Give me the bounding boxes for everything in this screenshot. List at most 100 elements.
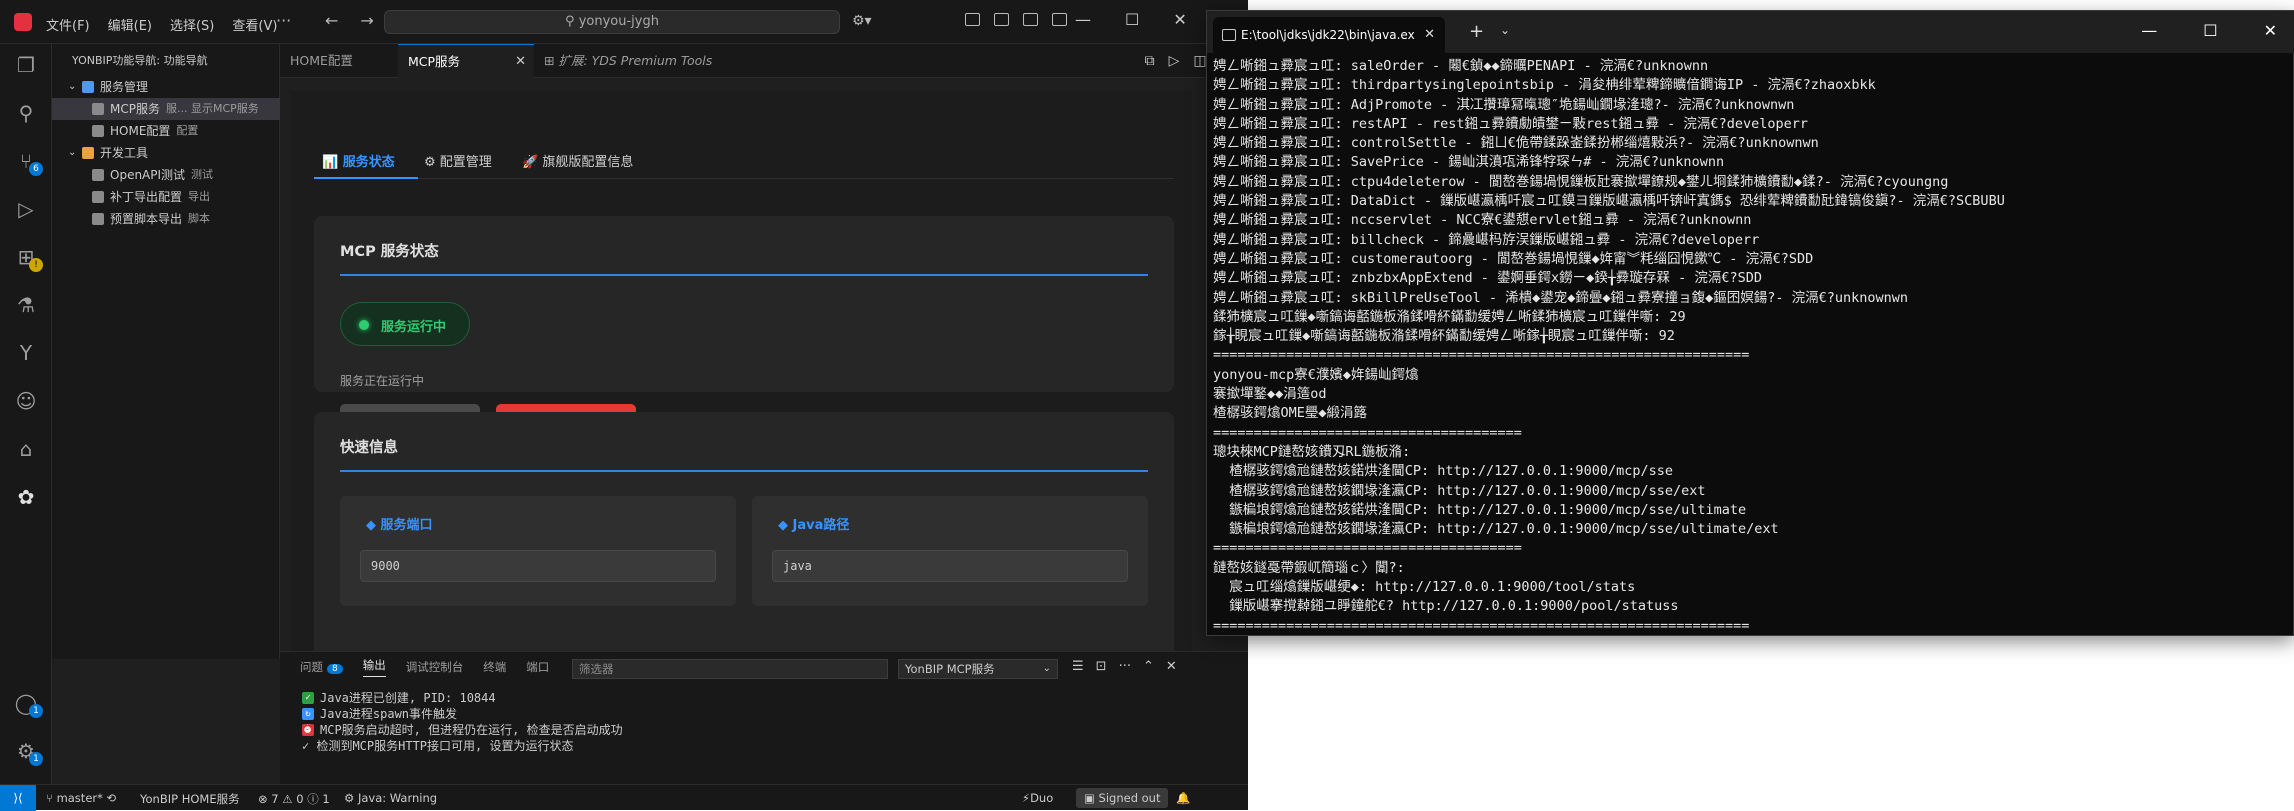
open-changes-icon[interactable]: ⧉: [1145, 53, 1155, 69]
run-debug-icon[interactable]: ▷: [13, 196, 39, 222]
java-path-label: ◆ Java路径: [778, 518, 850, 533]
app-logo-icon: [14, 13, 32, 31]
toggle-sidebar-icon[interactable]: [994, 13, 1009, 26]
tree-item-label: HOME配置: [110, 124, 171, 138]
forward-arrow-icon[interactable]: →: [360, 11, 373, 30]
list-filter-icon[interactable]: ☰: [1072, 659, 1084, 674]
port-info-box: ◆ 服务端口 9000: [340, 496, 736, 606]
maximize-button[interactable]: ☐: [1125, 10, 1139, 29]
close-panel-icon[interactable]: ✕: [1166, 659, 1177, 674]
terminal-line: 娉ㄥ唽鎺ュ彛宸ュ叿: nccservlet - NCC寮€鍙憇ervlet鎺ュ彛…: [1213, 212, 1752, 229]
tree-item-label: 补丁导出配置: [110, 190, 183, 204]
toggle-secondary-sidebar-icon[interactable]: [1052, 13, 1067, 26]
explorer-icon[interactable]: ❐: [13, 52, 39, 78]
menu-view[interactable]: 查看(V): [232, 15, 277, 34]
minimize-button[interactable]: —: [1075, 10, 1091, 29]
terminal-line: ======================================: [1213, 424, 1522, 441]
branch-status[interactable]: ⑂ master* ⟲: [46, 791, 116, 805]
copilot-icon[interactable]: ⚙▾: [852, 13, 872, 29]
remote-explorer-icon[interactable]: ⌂: [13, 436, 39, 462]
terminal-output[interactable]: 娉ㄥ唽鎺ュ彛宸ュ叿: saleOrder - 闂€鍞◆◆鍗曞PENAPI - 浣…: [1213, 57, 2289, 633]
tab-config-management[interactable]: ⚙ 配置管理: [424, 146, 492, 179]
terminal-line: yonyou-mcp寮€濮嬪◆姩鍚屾鍔熻: [1213, 366, 1419, 383]
output-channel-select[interactable]: YonBIP MCP服务 ⌄: [898, 659, 1058, 679]
home-service-status[interactable]: YonBIP HOME服务: [140, 791, 240, 807]
problems-badge: 8: [327, 664, 343, 674]
chevron-down-icon[interactable]: ⌄: [1500, 23, 1510, 37]
tab-service-status[interactable]: 📊 服务状态: [314, 146, 418, 179]
panel-tab-problems[interactable]: 问题 8: [300, 659, 343, 675]
panel-tab-label: 问题: [300, 660, 323, 674]
run-icon[interactable]: ▷: [1169, 53, 1180, 69]
terminal-line: 娉ㄥ唽鎺ュ彛宸ュ叿: DataDict - 鏁版嵁瀛楀吀宸ュ叿鏌ヨ鏁版嵁瀛楀吀锛…: [1213, 193, 2005, 210]
terminal-line: ======================================: [1213, 540, 1522, 557]
lock-icon[interactable]: ⊡: [1096, 659, 1107, 674]
mcp-webview: 📊 服务状态 ⚙ 配置管理 🚀 旗舰版配置信息 MCP 服务状态 服务运行中 服…: [290, 90, 1192, 651]
terminal-line: 鎵╁睍宸ュ叿鏁◆噺鎬诲嚭鍦板潃鍒嗗紑鏋勫缓娉ㄥ唽鎵╁睍宸ュ叿鏁伴噺: 92: [1213, 328, 1675, 345]
channel-label: YonBIP MCP服务: [905, 662, 995, 676]
terminal-minimize-button[interactable]: —: [2141, 21, 2157, 40]
output-filter-input[interactable]: 筛选器: [572, 659, 888, 679]
notifications-bell-icon[interactable]: 🔔: [1176, 791, 1190, 805]
terminal-tab[interactable]: E:\tool\jdks\jdk22\bin\java.ex ✕: [1213, 17, 1445, 53]
back-arrow-icon[interactable]: ←: [325, 11, 338, 30]
testing-icon[interactable]: ⚗: [13, 292, 39, 318]
manage-gear-icon[interactable]: ⚙ 1: [13, 738, 43, 766]
tree-item-home-config[interactable]: HOME配置 配置: [52, 120, 280, 142]
check-icon: ✓: [302, 692, 314, 704]
panel-tab-terminal[interactable]: 终端: [483, 659, 506, 675]
gitlens-icon[interactable]: Y: [13, 340, 39, 366]
close-icon[interactable]: ✕: [1424, 17, 1435, 53]
tree-item-script-export[interactable]: 预置脚本导出 脚本: [52, 208, 280, 230]
tree-item-mcp-service[interactable]: MCP服务 服... 显示MCP服务: [52, 98, 280, 120]
tree-item-label: 开发工具: [100, 146, 149, 160]
tree-item-desc: 导出: [188, 190, 211, 203]
tree-item-patch-export[interactable]: 补丁导出配置 导出: [52, 186, 280, 208]
remote-indicator-icon[interactable]: ⟩⟨: [0, 785, 36, 811]
split-editor-icon[interactable]: ◫: [1193, 53, 1206, 69]
terminal-line: 楂樼骇鍔熻OME璺◆緞涓簬: [1213, 405, 1368, 422]
terminal-maximize-button[interactable]: ☐: [2203, 21, 2217, 40]
tree-item-dev-tools[interactable]: ⌄ 开发工具: [52, 142, 280, 164]
tab-flagship-config[interactable]: 🚀 旗舰版配置信息: [522, 146, 633, 179]
tree-item-service-management[interactable]: ⌄ 服务管理: [52, 76, 280, 98]
layout-toggle-icon[interactable]: [965, 13, 980, 26]
terminal-close-button[interactable]: ✕: [2264, 21, 2277, 40]
tree-item-label: MCP服务: [110, 102, 160, 116]
search-activity-icon[interactable]: ⚲: [13, 100, 39, 126]
tree-item-label: OpenAPI测试: [110, 168, 186, 182]
panel-tab-ports[interactable]: 端口: [526, 659, 549, 675]
panel-tab-debug-console[interactable]: 调试控制台: [406, 659, 464, 675]
tab-extension[interactable]: ⊞ 扩展: YDS Premium Tools: [534, 44, 734, 78]
source-control-icon[interactable]: ⑂ 6: [13, 148, 43, 176]
tree-item-openapi-test[interactable]: OpenAPI测试 测试: [52, 164, 280, 186]
signed-out-status[interactable]: ▣ Signed out: [1076, 788, 1169, 808]
menu-file[interactable]: 文件(F): [46, 15, 90, 34]
tab-home-config[interactable]: HOME配置: [280, 44, 398, 78]
accounts-icon[interactable]: ◯ 1: [13, 690, 43, 718]
close-window-button[interactable]: ✕: [1173, 10, 1186, 29]
mascot-extension-icon[interactable]: ☺: [13, 388, 39, 414]
menu-edit[interactable]: 编辑(E): [108, 15, 152, 34]
more-icon[interactable]: ···: [1119, 659, 1131, 674]
terminal-line: 鍒犻櫎宸ュ叿鏁◆噺鎬诲嚭鍦板潃鍒嗗紑鏋勫缓娉ㄥ唽鍒犻櫎宸ュ叿鏁伴噺: 29: [1213, 308, 1686, 325]
more-menu-button[interactable]: ···: [276, 11, 291, 30]
yonbip-nav-icon[interactable]: ✿: [13, 484, 39, 510]
tab-label: MCP服务: [408, 54, 461, 69]
maximize-panel-icon[interactable]: ⌃: [1143, 659, 1154, 674]
new-tab-icon[interactable]: +: [1469, 21, 1484, 42]
toggle-panel-icon[interactable]: [1023, 13, 1038, 26]
terminal-tab-bar: E:\tool\jdks\jdk22\bin\java.ex ✕ + ⌄ — ☐…: [1207, 11, 2294, 53]
log-line: ↻ Java进程spawn事件触发: [302, 706, 623, 722]
close-icon[interactable]: ✕: [515, 45, 526, 79]
command-center-search[interactable]: ⚲ yonyou-jygh: [384, 10, 840, 34]
java-status[interactable]: ⚙ Java: Warning: [344, 791, 437, 805]
tab-mcp-service[interactable]: MCP服务 ✕: [398, 44, 534, 78]
java-path-value: java: [772, 550, 1128, 582]
nav-tree: ⌄ 服务管理 MCP服务 服... 显示MCP服务 HOME配置 配置 ⌄ 开发…: [52, 76, 280, 230]
extensions-icon[interactable]: ⊞!: [13, 244, 43, 272]
panel-tab-output[interactable]: 输出: [362, 657, 386, 677]
menu-selection[interactable]: 选择(S): [170, 15, 214, 34]
duo-status[interactable]: ⚡Duo: [1022, 791, 1053, 805]
problems-status[interactable]: ⊗ 7 ⚠ 0 ⓘ 1: [258, 791, 330, 807]
